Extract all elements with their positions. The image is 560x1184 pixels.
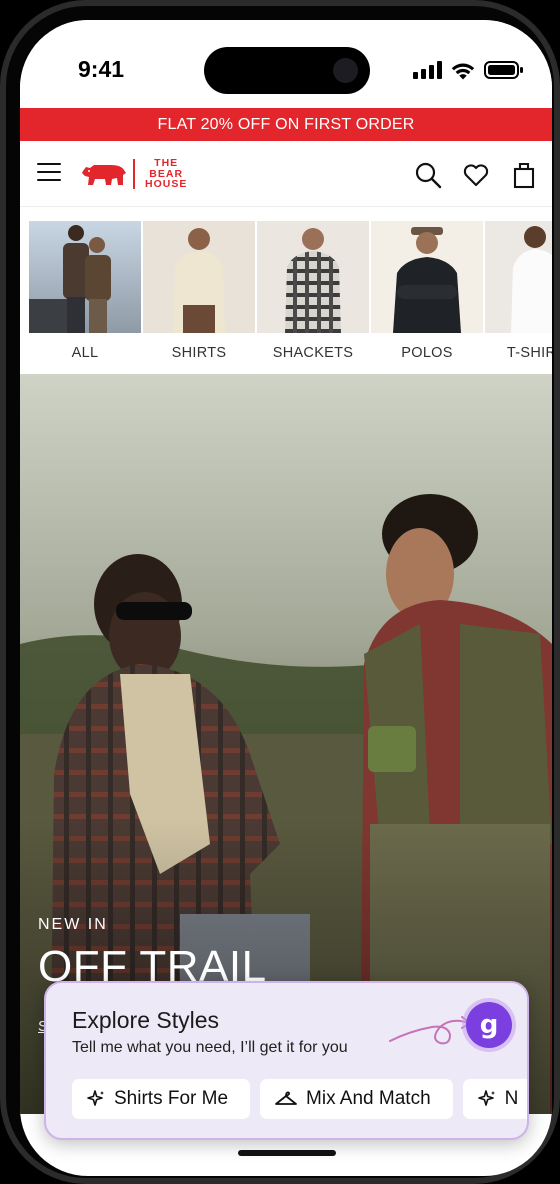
chip-shirts-for-me[interactable]: Shirts For Me: [72, 1079, 251, 1119]
explore-title: Explore Styles: [72, 1007, 220, 1033]
search-icon[interactable]: [414, 161, 442, 189]
bear-logo-icon: [82, 165, 126, 185]
camera-icon: [333, 58, 358, 83]
brand-logo[interactable]: THE BEAR HOUSE: [81, 157, 187, 191]
hero-eyebrow: NEW IN: [38, 916, 108, 933]
hanger-icon: [275, 1091, 297, 1105]
logo-line-3: HOUSE: [145, 178, 188, 191]
category-label: POLOS: [401, 345, 453, 361]
wifi-icon: [451, 63, 475, 79]
chip-label: Shirts For Me: [114, 1088, 229, 1109]
logo-wordmark: THE BEAR HOUSE: [145, 158, 187, 190]
phone-frame: 9:41 FLAT 20% OFF ON FIRST ORDER THE BEA…: [0, 0, 560, 1184]
header-actions: [414, 161, 538, 189]
dynamic-island: [204, 47, 370, 94]
sparkle-icon: [477, 1090, 495, 1106]
category-image: [29, 221, 141, 333]
category-label: SHACKETS: [272, 345, 354, 361]
chip-label: Mix And Match: [306, 1088, 431, 1109]
category-label: ALL: [71, 345, 99, 361]
curly-arrow-icon: [389, 1016, 472, 1045]
logo-divider: [133, 159, 135, 189]
category-tshirts[interactable]: T-SHIRTS: [485, 221, 552, 361]
hamburger-menu-icon[interactable]: [37, 163, 61, 182]
promo-banner[interactable]: FLAT 20% OFF ON FIRST ORDER: [20, 108, 552, 141]
suggestion-chips: Shirts For Me Mix And Match N: [72, 1079, 527, 1119]
phone-bezel: 9:41 FLAT 20% OFF ON FIRST ORDER THE BEA…: [6, 6, 554, 1178]
sparkle-icon: [87, 1090, 104, 1106]
chip-label: N: [504, 1088, 519, 1109]
category-strip: ALL SHIRTS SHACKETS POLOS T-SHIR: [20, 208, 552, 374]
home-indicator[interactable]: [238, 1150, 336, 1156]
explore-subtitle: Tell me what you need, I’ll get it for y…: [72, 1039, 348, 1056]
explore-styles-card: Explore Styles Tell me what you need, I’…: [44, 981, 529, 1140]
chip-more[interactable]: N: [462, 1079, 527, 1119]
wishlist-heart-icon[interactable]: [462, 161, 490, 189]
shopping-bag-icon[interactable]: [510, 161, 538, 189]
category-all[interactable]: ALL: [29, 221, 141, 361]
category-image: [485, 221, 552, 333]
category-image: [143, 221, 255, 333]
app-screen: 9:41 FLAT 20% OFF ON FIRST ORDER THE BEA…: [20, 20, 552, 1176]
app-header: THE BEAR HOUSE: [20, 141, 552, 207]
category-image: [371, 221, 483, 333]
category-image: [257, 221, 369, 333]
status-time: 9:41: [78, 56, 125, 82]
category-shirts[interactable]: SHIRTS: [143, 221, 255, 361]
status-bar: 9:41: [20, 20, 552, 108]
chip-mix-and-match[interactable]: Mix And Match: [260, 1079, 453, 1119]
status-icons: [413, 60, 524, 80]
cellular-signal-icon: [413, 61, 442, 79]
category-label: T-SHIRTS: [506, 345, 552, 361]
battery-icon: [484, 61, 523, 79]
category-polos[interactable]: POLOS: [371, 221, 483, 361]
category-shackets[interactable]: SHACKETS: [257, 221, 369, 361]
category-label: SHIRTS: [171, 345, 227, 361]
assistant-button[interactable]: g: [466, 1002, 512, 1048]
